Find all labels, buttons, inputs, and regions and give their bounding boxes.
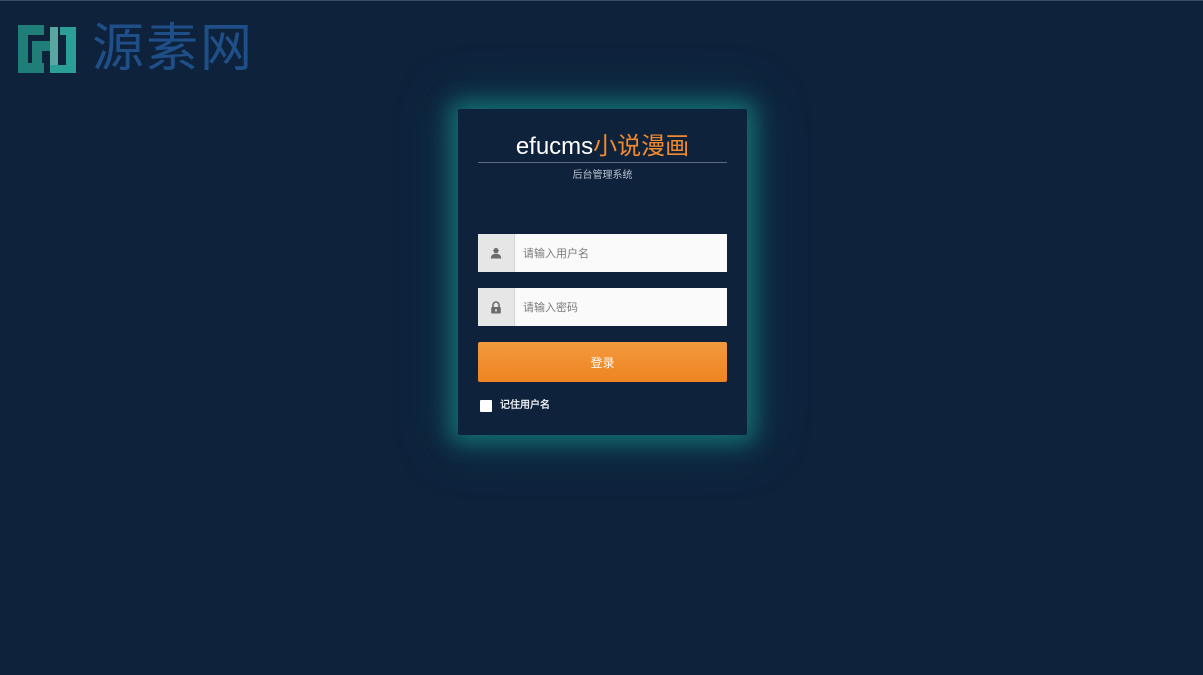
username-field-group — [478, 234, 727, 272]
remember-username: 记住用户名 — [480, 399, 550, 413]
login-page: 源素网 efucms小说漫画 后台管理系统 请输入用户名 登录 记住用户名 — [0, 0, 1203, 675]
remember-label[interactable]: 记住用户名 — [500, 399, 550, 413]
title-divider — [478, 162, 727, 163]
password-input[interactable] — [515, 288, 727, 326]
remember-checkbox[interactable] — [480, 400, 492, 412]
login-button[interactable]: 登录 — [478, 342, 727, 382]
login-title: efucms小说漫画 — [478, 131, 727, 163]
username-input[interactable] — [515, 234, 727, 272]
watermark-text: 源素网 — [92, 19, 255, 79]
login-card: efucms小说漫画 后台管理系统 登录 — [458, 109, 747, 435]
user-icon — [478, 234, 515, 272]
title-product: 小说漫画 — [593, 133, 690, 160]
lock-icon — [478, 288, 515, 326]
password-field-group — [478, 288, 727, 326]
gj-logo-icon — [14, 19, 80, 79]
title-brand: efucms — [515, 133, 594, 160]
watermark-logo: 源素网 — [14, 19, 254, 79]
login-subtitle: 后台管理系统 — [572, 170, 633, 181]
